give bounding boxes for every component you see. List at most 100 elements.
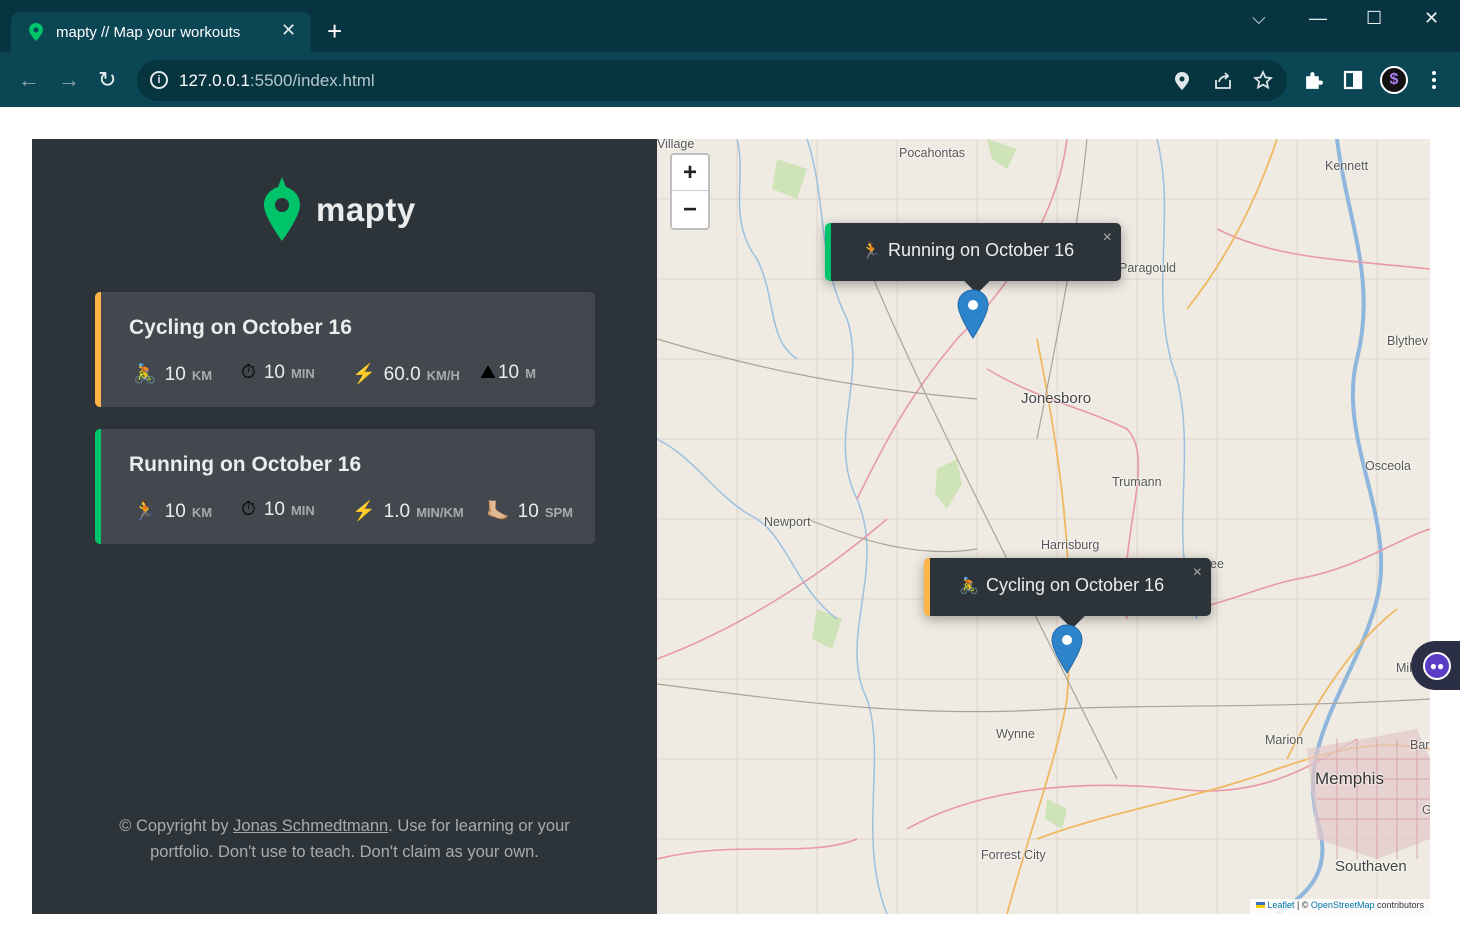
leaflet-link[interactable]: Leaflet	[1267, 900, 1294, 910]
author-link[interactable]: Jonas Schmedtmann	[233, 817, 388, 835]
popup-text: Running on October 16	[888, 240, 1075, 260]
lightning-icon: ⚡️	[352, 501, 376, 522]
forward-button[interactable]: →	[58, 66, 80, 94]
detail-unit: min/km	[416, 505, 464, 520]
place-label: Jonesboro	[1021, 390, 1092, 407]
extensions-icon[interactable]	[1303, 70, 1324, 91]
workout-detail-distance: 🚴 10 km	[133, 362, 212, 388]
copyright: © Copyright by Jonas Schmedtmann. Use fo…	[119, 817, 570, 861]
location-pin-icon[interactable]	[1175, 72, 1189, 90]
map-attribution: Leaflet | © OpenStreetMap contributors	[1250, 899, 1430, 914]
place-label: Marion	[1265, 733, 1304, 747]
maximize-button[interactable]: ☐	[1366, 8, 1382, 29]
detail-unit: spm	[544, 505, 573, 520]
zoom-out-button[interactable]: −	[672, 192, 708, 228]
assistant-face-icon: ●●	[1423, 652, 1451, 680]
place-label: Wynne	[996, 727, 1035, 741]
minimize-button[interactable]: —	[1309, 8, 1327, 29]
detail-value: 10	[517, 501, 539, 522]
workout-detail-speed: ⚡️ 60.0 km/h	[352, 362, 460, 388]
star-icon[interactable]	[1253, 70, 1273, 90]
place-label: Bar	[1410, 738, 1430, 752]
runner-icon: 🏃	[133, 501, 157, 522]
workout-card-running[interactable]: Running on October 16 🏃 10 km ⏱ 10 min ⚡…	[95, 429, 595, 544]
profile-avatar[interactable]: $	[1380, 66, 1408, 94]
map-pin-favicon-icon	[29, 23, 43, 41]
workout-detail-duration: ⏱ 10 min	[241, 499, 315, 525]
place-label: Trumann	[1112, 475, 1162, 489]
osm-link[interactable]: OpenStreetMap	[1311, 900, 1375, 910]
workout-card-cycling[interactable]: Cycling on October 16 🚴 10 km ⏱ 10 min ⚡…	[95, 292, 595, 407]
workout-detail-elevation: ⛰ 10 m	[480, 362, 536, 388]
workout-detail-distance: 🏃 10 km	[133, 499, 212, 525]
detail-unit: km/h	[426, 368, 460, 383]
detail-value: 60.0	[383, 364, 421, 385]
detail-unit: km	[191, 368, 213, 383]
detail-unit: km	[191, 505, 213, 520]
detail-value: 10	[263, 362, 285, 383]
side-panel-icon[interactable]	[1343, 70, 1363, 90]
workout-detail-pace: ⚡️ 1.0 min/km	[352, 499, 464, 525]
detail-unit: min	[290, 503, 315, 518]
map-marker-icon[interactable]	[957, 289, 989, 339]
reload-button[interactable]: ↻	[98, 66, 116, 94]
workout-detail-duration: ⏱ 10 min	[241, 362, 315, 388]
browser-chrome: mapty // Map your workouts ✕ + ⌵ — ☐ ✕ ←…	[0, 0, 1460, 107]
site-info-icon[interactable]: i	[150, 71, 168, 89]
tab-search-button[interactable]: ⌵	[1252, 8, 1266, 29]
stopwatch-icon: ⏱	[241, 499, 256, 520]
place-label: Forrest City	[981, 848, 1046, 862]
tab-close-button[interactable]: ✕	[281, 20, 296, 41]
detail-value: 1.0	[383, 501, 411, 522]
tab-title: mapty // Map your workouts	[56, 24, 241, 41]
browser-tab[interactable]: mapty // Map your workouts ✕	[11, 12, 311, 54]
place-label: Blythev	[1387, 334, 1428, 348]
stopwatch-icon: ⏱	[241, 362, 256, 383]
back-button[interactable]: ←	[18, 66, 40, 94]
detail-value: 10	[164, 364, 186, 385]
new-tab-button[interactable]: +	[327, 18, 342, 44]
url-text[interactable]: 127.0.0.1:5500/index.html	[179, 71, 375, 91]
mountain-icon: ⛰	[480, 362, 496, 383]
place-label: Osceola	[1365, 459, 1411, 473]
zoom-in-button[interactable]: +	[672, 155, 708, 191]
place-label: Kennett	[1325, 159, 1369, 173]
ukraine-flag-icon	[1256, 902, 1266, 908]
foot-icon: 🦶🏼	[486, 501, 510, 522]
detail-value: 10	[497, 362, 520, 383]
address-bar[interactable]: i 127.0.0.1:5500/index.html	[137, 60, 1287, 101]
workout-title: Cycling on October 16	[129, 316, 352, 339]
sidebar: mapty Cycling on October 16 🚴 10 km ⏱ 10…	[32, 139, 657, 914]
workout-title: Running on October 16	[129, 453, 362, 476]
lightning-icon: ⚡️	[352, 364, 376, 385]
place-label: Mil	[1396, 661, 1412, 675]
floating-assistant-widget[interactable]: ●●	[1411, 641, 1460, 690]
zoom-control: + −	[670, 153, 710, 230]
detail-unit: m	[525, 366, 536, 381]
runner-icon: 🏃	[861, 243, 881, 260]
place-label: Memphis	[1315, 769, 1384, 788]
logo-text: mapty	[316, 191, 416, 228]
workout-detail-cadence: 🦶🏼 10 spm	[486, 499, 573, 525]
logo: mapty	[262, 177, 432, 243]
popup-close-button[interactable]: ×	[1193, 564, 1202, 582]
detail-value: 10	[263, 499, 285, 520]
place-label: Newport	[764, 515, 811, 529]
map-marker-icon[interactable]	[1051, 624, 1083, 674]
share-icon[interactable]	[1213, 71, 1233, 91]
popup-text: Cycling on October 16	[986, 575, 1165, 595]
workout-popup-running[interactable]: 🏃 Running on October 16 ×	[825, 223, 1121, 294]
menu-icon[interactable]	[1430, 70, 1438, 90]
place-label: Harrisburg	[1041, 538, 1100, 552]
place-label: Pocahontas	[899, 146, 966, 160]
place-label: ee	[1210, 557, 1224, 571]
detail-value: 10	[164, 501, 186, 522]
map[interactable]: Village Pocahontas Kennett Paragould Bly…	[657, 139, 1430, 914]
map-pin-logo-icon	[264, 177, 300, 241]
place-label: Paragould	[1119, 261, 1176, 275]
workout-popup-cycling[interactable]: 🚴 Cycling on October 16 ×	[924, 558, 1211, 629]
popup-close-button[interactable]: ×	[1103, 229, 1112, 247]
place-label: Southaven	[1335, 858, 1407, 875]
cyclist-icon: 🚴	[959, 578, 979, 595]
close-window-button[interactable]: ✕	[1424, 8, 1439, 29]
